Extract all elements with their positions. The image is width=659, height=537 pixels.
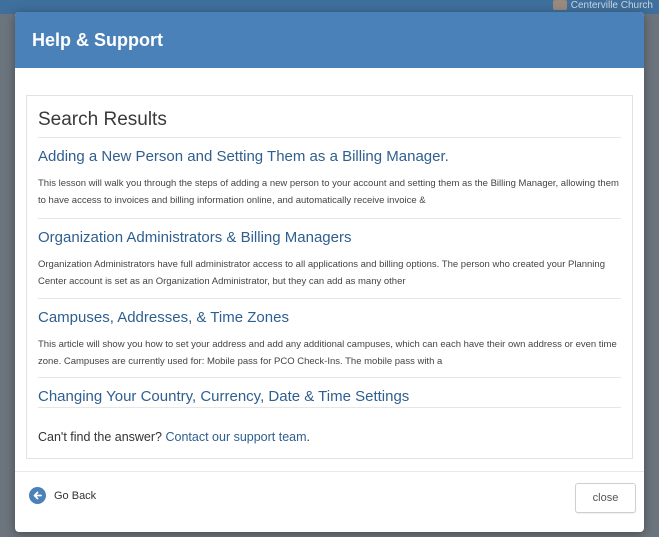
divider [38,218,621,219]
background-user-label: Centerville Church [570,0,653,10]
search-result-snippet: Organization Administrators have full ad… [38,259,605,287]
search-results-heading: Search Results [38,109,167,130]
go-back-label: Go Back [54,489,97,502]
search-result-snippet: This lesson will walk you through the st… [38,178,619,206]
help-support-modal: Help & Support Search Results Adding a N… [15,12,644,532]
search-result: Changing Your Country, Currency, Date & … [38,387,621,408]
divider [38,407,621,408]
contact-support-link[interactable]: Contact our support team [165,430,306,444]
divider [38,377,621,378]
search-result-link[interactable]: Changing Your Country, Currency, Date & … [38,387,621,407]
modal-header: Help & Support [15,12,644,68]
search-result-link[interactable]: Organization Administrators & Billing Ma… [38,228,621,248]
no-answer-suffix: . [306,430,311,444]
search-result-link[interactable]: Campuses, Addresses, & Time Zones [38,308,621,328]
no-answer-text: Can't find the answer? [38,430,162,444]
background-user-menu: Centerville Church [552,0,653,10]
search-result: Organization Administrators & Billing Ma… [38,228,621,299]
divider [38,137,621,138]
modal-title: Help & Support [32,29,163,50]
search-result-snippet: This article will show you how to set yo… [38,339,617,367]
footer-divider [15,471,644,472]
search-results-panel: Search Results Adding a New Person and S… [26,95,633,459]
divider [38,298,621,299]
arrow-left-icon [29,487,46,504]
search-result: Campuses, Addresses, & Time Zones This a… [38,308,621,378]
go-back-button[interactable]: Go Back [29,487,96,504]
no-answer-line: Can't find the answer? Contact our suppo… [38,430,310,444]
search-result-link[interactable]: Adding a New Person and Setting Them as … [38,147,621,167]
search-result: Adding a New Person and Setting Them as … [38,147,621,219]
close-button[interactable]: close [575,483,636,513]
avatar [552,0,567,10]
